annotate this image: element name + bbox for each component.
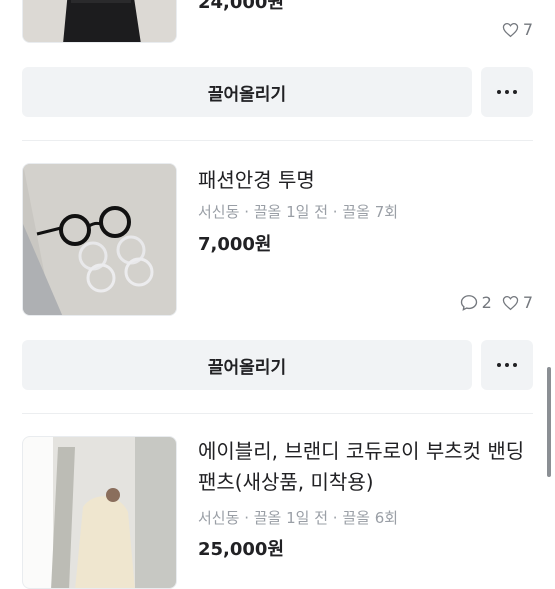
scrollbar[interactable] bbox=[547, 367, 551, 477]
listing-counts: 2 7 bbox=[460, 293, 533, 312]
listing-price: 24,000원 bbox=[198, 0, 285, 13]
chat-bubble-icon bbox=[460, 295, 477, 311]
meta-separator: · bbox=[244, 509, 254, 527]
product-photo bbox=[23, 164, 176, 315]
comment-count: 2 bbox=[481, 293, 492, 312]
listing-bump-count: 끌올 7회 bbox=[342, 203, 399, 221]
listing-time: 끌올 1일 전 bbox=[253, 203, 329, 221]
meta-separator: · bbox=[332, 203, 343, 221]
listing-price: 7,000원 bbox=[198, 234, 272, 255]
listing-meta: 서신동 · 끌올 1일 전 · 끌올 6회 bbox=[198, 507, 398, 528]
listing-meta: 서신동 · 끌올 1일 전 · 끌올 7회 bbox=[198, 201, 398, 222]
listing-thumbnail[interactable] bbox=[22, 436, 177, 589]
heart-icon bbox=[502, 22, 519, 37]
meta-separator: · bbox=[244, 203, 254, 221]
more-dot bbox=[505, 90, 509, 94]
more-button[interactable] bbox=[481, 340, 533, 390]
product-photo bbox=[23, 0, 176, 42]
divider bbox=[22, 140, 533, 141]
bump-button[interactable]: 끌어올리기 bbox=[22, 67, 472, 117]
like-count: 7 bbox=[522, 20, 533, 39]
listing-location: 서신동 bbox=[198, 203, 240, 221]
listing-title[interactable]: 패션안경 투명 bbox=[198, 165, 543, 196]
product-photo bbox=[23, 437, 176, 588]
listing-thumbnail[interactable] bbox=[22, 163, 177, 316]
more-button[interactable] bbox=[481, 67, 533, 117]
divider bbox=[22, 413, 533, 414]
listing-thumbnail[interactable] bbox=[22, 0, 177, 43]
more-dot bbox=[513, 90, 517, 94]
meta-separator: · bbox=[332, 509, 343, 527]
listing-location: 서신동 bbox=[198, 509, 240, 527]
listing-price: 25,000원 bbox=[198, 539, 285, 560]
bump-button[interactable]: 끌어올리기 bbox=[22, 340, 472, 390]
listing-title[interactable]: 에이블리, 브랜디 코듀로이 부츠컷 밴딩 팬츠(새상품, 미착용) bbox=[198, 436, 543, 498]
listing-time: 끌올 1일 전 bbox=[253, 509, 329, 527]
heart-icon bbox=[502, 295, 519, 310]
like-count: 7 bbox=[522, 293, 533, 312]
more-dot bbox=[505, 363, 509, 367]
listing-counts: 7 bbox=[502, 20, 533, 39]
more-dot bbox=[513, 363, 517, 367]
more-horizontal-icon bbox=[497, 363, 501, 367]
more-horizontal-icon bbox=[497, 90, 501, 94]
listing-bump-count: 끌올 6회 bbox=[342, 509, 399, 527]
